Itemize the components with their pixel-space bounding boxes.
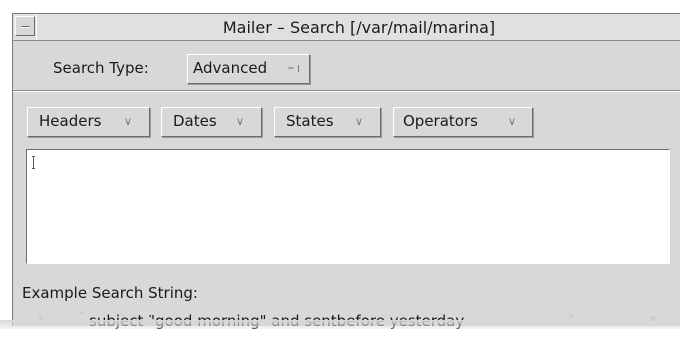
states-menu-label: States xyxy=(286,112,334,130)
search-string-textarea[interactable] xyxy=(26,149,670,264)
window-menu-button[interactable] xyxy=(15,16,35,36)
dates-menu-label: Dates xyxy=(173,112,217,130)
search-type-option-menu[interactable]: Advanced – xyxy=(187,54,310,84)
states-menu-button[interactable]: States ∨ xyxy=(274,107,381,137)
search-type-value: Advanced xyxy=(193,59,268,77)
window-menu-icon xyxy=(21,26,30,28)
search-type-label: Search Type: xyxy=(53,59,149,77)
option-menu-icon: – xyxy=(287,58,295,76)
title-bar[interactable]: Mailer – Search [/var/mail/marina] xyxy=(13,14,680,41)
menu-triangle-icon: ∨ xyxy=(508,115,517,128)
section-divider xyxy=(13,90,680,92)
option-menu-icon-tick xyxy=(298,65,299,72)
menu-triangle-icon: ∨ xyxy=(236,115,245,128)
headers-menu-button[interactable]: Headers ∨ xyxy=(27,107,150,137)
menu-triangle-icon: ∨ xyxy=(124,115,133,128)
page-background xyxy=(0,329,680,354)
dates-menu-button[interactable]: Dates ∨ xyxy=(161,107,262,137)
text-cursor-icon xyxy=(32,156,35,169)
example-label: Example Search String: xyxy=(22,284,198,302)
operators-menu-label: Operators xyxy=(403,112,478,130)
window-title: Mailer – Search [/var/mail/marina] xyxy=(222,18,496,37)
headers-menu-label: Headers xyxy=(39,112,102,130)
operators-menu-button[interactable]: Operators ∨ xyxy=(393,107,533,137)
menu-triangle-icon: ∨ xyxy=(355,115,364,128)
mailer-search-window: Mailer – Search [/var/mail/marina] Searc… xyxy=(12,13,680,330)
